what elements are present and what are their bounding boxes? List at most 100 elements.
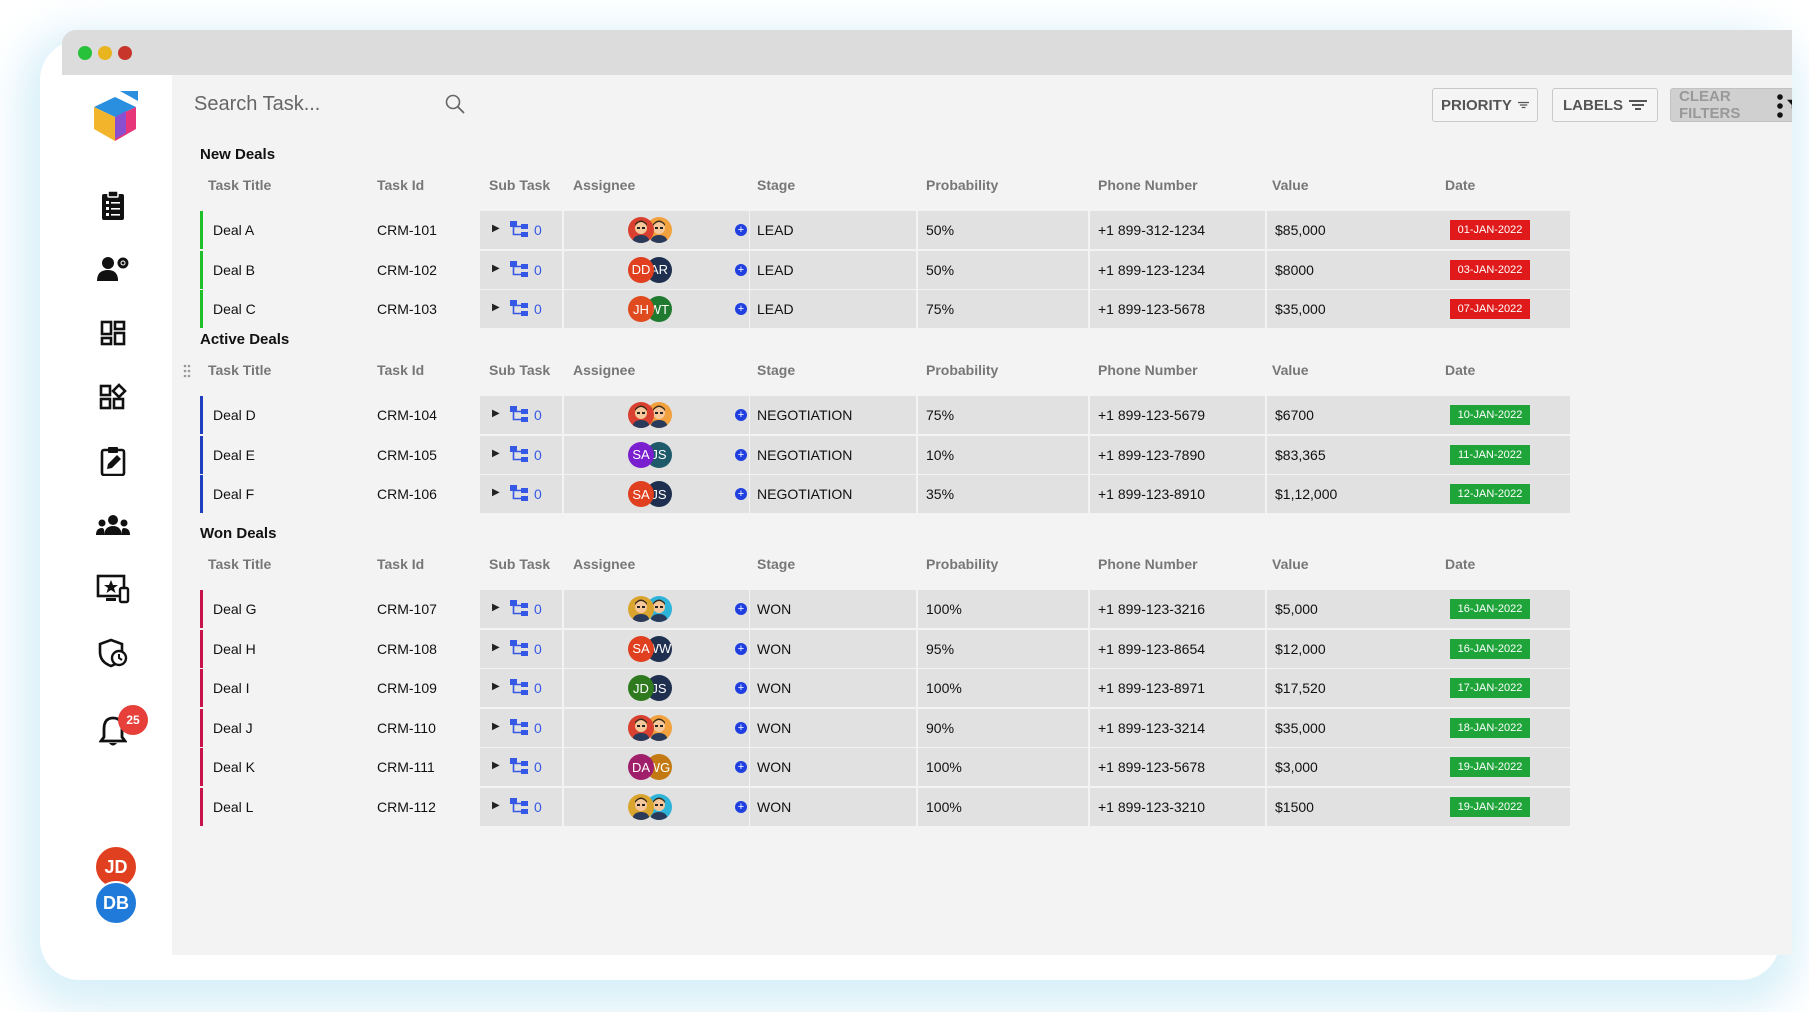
drag-handle-icon[interactable] bbox=[182, 363, 192, 379]
more-options-icon[interactable] bbox=[1775, 93, 1785, 119]
expand-caret-icon[interactable]: ▶ bbox=[492, 448, 500, 459]
expand-caret-icon[interactable]: ▶ bbox=[492, 681, 500, 692]
clear-filters-button[interactable]: CLEAR FILTERS bbox=[1670, 88, 1792, 122]
assignee-avatar[interactable]: JH bbox=[628, 296, 654, 322]
task-title[interactable]: Deal B bbox=[213, 262, 255, 278]
subtask-tree-icon[interactable] bbox=[510, 300, 530, 318]
expand-caret-icon[interactable]: ▶ bbox=[492, 223, 500, 234]
user-avatar-db[interactable]: DB bbox=[94, 881, 138, 925]
subtask-tree-icon[interactable] bbox=[510, 221, 530, 239]
expand-caret-icon[interactable]: ▶ bbox=[492, 642, 500, 653]
team-icon[interactable] bbox=[95, 507, 131, 543]
task-title[interactable]: Deal K bbox=[213, 759, 255, 775]
expand-caret-icon[interactable]: ▶ bbox=[492, 800, 500, 811]
search-icon[interactable] bbox=[444, 93, 466, 115]
labels-filter-button[interactable]: LABELS bbox=[1552, 88, 1658, 122]
add-assignee-icon[interactable]: + bbox=[735, 303, 747, 315]
expand-caret-icon[interactable]: ▶ bbox=[492, 487, 500, 498]
add-assignee-icon[interactable]: + bbox=[735, 488, 747, 500]
expand-caret-icon[interactable]: ▶ bbox=[492, 721, 500, 732]
task-title[interactable]: Deal J bbox=[213, 720, 253, 736]
table-row[interactable]: Deal G CRM-107 ▶ 0 + WON 100% +1 899-123-3216 $5… bbox=[200, 590, 1570, 628]
subtask-tree-icon[interactable] bbox=[510, 758, 530, 776]
subtask-count[interactable]: 0 bbox=[534, 759, 542, 775]
add-assignee-icon[interactable]: + bbox=[735, 682, 747, 694]
subtask-count[interactable]: 0 bbox=[534, 301, 542, 317]
subtask-count[interactable]: 0 bbox=[534, 720, 542, 736]
subtask-count[interactable]: 0 bbox=[534, 641, 542, 657]
subtask-count[interactable]: 0 bbox=[534, 447, 542, 463]
subtask-tree-icon[interactable] bbox=[510, 600, 530, 618]
assignee-avatar[interactable]: DA bbox=[628, 754, 654, 780]
window-minimize-button[interactable] bbox=[98, 46, 112, 60]
subtask-count[interactable]: 0 bbox=[534, 262, 542, 278]
add-assignee-icon[interactable]: + bbox=[735, 448, 747, 461]
widgets-add-icon[interactable] bbox=[95, 379, 131, 415]
table-row[interactable]: Deal E CRM-105 ▶ 0 SA JS + NEGOTIATION 10% +1 899… bbox=[200, 435, 1570, 474]
table-row[interactable]: Deal B CRM-102 ▶ 0 DD AR + LEAD 50% +1 899-123-12… bbox=[200, 250, 1570, 289]
assignee-avatar[interactable]: DD bbox=[628, 256, 654, 283]
task-title[interactable]: Deal E bbox=[213, 447, 255, 463]
subtask-count[interactable]: 0 bbox=[534, 222, 542, 238]
priority-filter-button[interactable]: PRIORITY bbox=[1432, 88, 1538, 122]
avatar-photo[interactable] bbox=[628, 402, 654, 428]
avatar-photo[interactable] bbox=[628, 714, 654, 741]
expand-caret-icon[interactable]: ▶ bbox=[492, 602, 500, 613]
task-title[interactable]: Deal L bbox=[213, 799, 253, 815]
app-logo[interactable] bbox=[90, 89, 140, 145]
expand-caret-icon[interactable]: ▶ bbox=[492, 760, 500, 771]
subtask-count[interactable]: 0 bbox=[534, 407, 542, 423]
assignee-avatar[interactable]: SA bbox=[628, 441, 654, 468]
table-row[interactable]: Deal I CRM-109 ▶ 0 JD JS + WON 100% +1 899-123-89… bbox=[200, 669, 1570, 707]
table-row[interactable]: Deal K CRM-111 ▶ 0 DA WG + WON 100% +1 899-123-56… bbox=[200, 748, 1570, 786]
task-title[interactable]: Deal A bbox=[213, 222, 254, 238]
table-row[interactable]: Deal J CRM-110 ▶ 0 + WON 90% +1 899-123-3214 $35… bbox=[200, 708, 1570, 747]
task-title[interactable]: Deal F bbox=[213, 486, 254, 502]
assignee-avatar[interactable]: JD bbox=[628, 675, 654, 701]
table-row[interactable]: Deal H CRM-108 ▶ 0 SA WW + WON 95% +1 899-123-865… bbox=[200, 629, 1570, 668]
monitor-star-icon[interactable] bbox=[95, 571, 131, 607]
expand-caret-icon[interactable]: ▶ bbox=[492, 263, 500, 274]
table-row[interactable]: Deal A CRM-101 ▶ 0 + LEAD 50% +1 899-312-1234 $8… bbox=[200, 211, 1570, 249]
add-assignee-icon[interactable]: + bbox=[735, 409, 747, 421]
subtask-count[interactable]: 0 bbox=[534, 799, 542, 815]
table-row[interactable]: Deal C CRM-103 ▶ 0 JH WT + LEAD 75% +1 899-123-56… bbox=[200, 290, 1570, 328]
subtask-tree-icon[interactable] bbox=[510, 485, 530, 503]
subtask-tree-icon[interactable] bbox=[510, 406, 530, 424]
subtask-count[interactable]: 0 bbox=[534, 601, 542, 617]
subtask-tree-icon[interactable] bbox=[510, 797, 530, 816]
avatar-photo[interactable] bbox=[628, 217, 654, 243]
clipboard-list-icon[interactable] bbox=[95, 187, 131, 223]
table-row[interactable]: Deal D CRM-104 ▶ 0 + NEGOTIATION 75% +1 899-123… bbox=[200, 396, 1570, 434]
subtask-count[interactable]: 0 bbox=[534, 680, 542, 696]
task-title[interactable]: Deal C bbox=[213, 301, 256, 317]
add-assignee-icon[interactable]: + bbox=[735, 642, 747, 655]
window-close-button[interactable] bbox=[118, 46, 132, 60]
task-title[interactable]: Deal G bbox=[213, 601, 257, 617]
search-input[interactable] bbox=[194, 89, 394, 119]
window-zoom-button[interactable] bbox=[78, 46, 92, 60]
edit-task-icon[interactable] bbox=[95, 443, 131, 479]
add-assignee-icon[interactable]: + bbox=[735, 603, 747, 615]
dashboard-icon[interactable] bbox=[95, 315, 131, 351]
add-assignee-icon[interactable]: + bbox=[735, 224, 747, 236]
add-assignee-icon[interactable]: + bbox=[735, 800, 747, 813]
expand-caret-icon[interactable]: ▶ bbox=[492, 302, 500, 313]
task-title[interactable]: Deal H bbox=[213, 641, 256, 657]
subtask-tree-icon[interactable] bbox=[510, 260, 530, 279]
subtask-tree-icon[interactable] bbox=[510, 445, 530, 464]
add-assignee-icon[interactable]: + bbox=[735, 721, 747, 734]
table-row[interactable]: Deal L CRM-112 ▶ 0 + WON 100% +1 899-123-3210 $1… bbox=[200, 787, 1570, 826]
subtask-tree-icon[interactable] bbox=[510, 639, 530, 658]
avatar-photo[interactable] bbox=[628, 793, 654, 820]
avatar-photo[interactable] bbox=[628, 596, 654, 622]
subtask-tree-icon[interactable] bbox=[510, 718, 530, 737]
expand-caret-icon[interactable]: ▶ bbox=[492, 408, 500, 419]
assignee-avatar[interactable]: SA bbox=[628, 635, 654, 662]
task-title[interactable]: Deal I bbox=[213, 680, 250, 696]
add-assignee-icon[interactable]: + bbox=[735, 263, 747, 276]
subtask-tree-icon[interactable] bbox=[510, 679, 530, 697]
user-settings-icon[interactable] bbox=[95, 251, 131, 287]
subtask-count[interactable]: 0 bbox=[534, 486, 542, 502]
table-row[interactable]: Deal F CRM-106 ▶ 0 SA JS + NEGOTIATION 35% +1 899… bbox=[200, 475, 1570, 513]
